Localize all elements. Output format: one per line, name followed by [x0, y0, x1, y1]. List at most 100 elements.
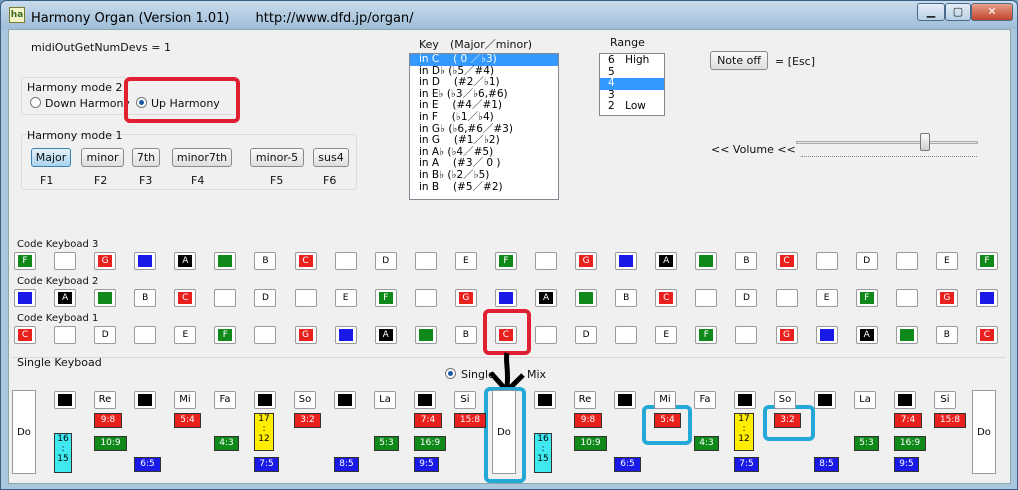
key-item[interactable]: in B (#5／#2) — [410, 181, 558, 194]
code-key[interactable]: C — [174, 289, 197, 307]
code-key[interactable]: F — [214, 326, 237, 344]
key-item[interactable]: in G (#1／♭2) — [410, 135, 558, 147]
code-key[interactable]: A — [855, 326, 878, 344]
code-key[interactable]: G — [94, 252, 117, 270]
code-key[interactable] — [695, 289, 718, 307]
code-key[interactable]: G — [935, 289, 958, 307]
code-key[interactable]: A — [535, 289, 558, 307]
white-key-fa[interactable]: Fa — [694, 391, 716, 409]
big-key-do[interactable]: Do — [12, 390, 36, 474]
code-key[interactable] — [895, 326, 918, 344]
code-key[interactable] — [214, 252, 237, 270]
code-key[interactable] — [414, 289, 437, 307]
code-key[interactable]: A — [54, 289, 77, 307]
mode-button-major[interactable]: Major — [31, 148, 71, 167]
key-item[interactable]: in B♭ (♭2／♭5) — [410, 169, 558, 182]
note-off-button[interactable]: Note off — [710, 51, 768, 70]
code-key[interactable]: G — [575, 252, 598, 270]
code-key[interactable]: B — [134, 289, 157, 307]
code-key[interactable]: E — [935, 252, 958, 270]
code-key[interactable]: G — [454, 289, 477, 307]
code-key[interactable] — [895, 252, 918, 270]
code-key[interactable] — [294, 289, 317, 307]
black-key[interactable] — [894, 391, 916, 409]
code-key[interactable]: A — [655, 252, 678, 270]
code-key[interactable]: D — [94, 326, 117, 344]
code-key[interactable]: C — [975, 326, 998, 344]
code-key[interactable]: B — [454, 326, 477, 344]
code-key[interactable] — [134, 252, 157, 270]
code-key[interactable] — [815, 326, 838, 344]
code-key[interactable]: D — [374, 252, 397, 270]
key-item[interactable]: in C ( 0 ／♭3) — [410, 54, 558, 66]
big-key-do[interactable]: Do — [492, 390, 516, 474]
code-key[interactable]: F — [494, 252, 517, 270]
code-key[interactable] — [975, 289, 998, 307]
range-item[interactable]: 2 Low — [600, 101, 664, 113]
code-key[interactable]: F — [14, 252, 36, 270]
down-harmony-radio[interactable] — [30, 97, 41, 108]
black-key[interactable] — [334, 391, 356, 409]
code-key[interactable]: G — [775, 326, 798, 344]
code-key[interactable] — [735, 326, 758, 344]
mode-button-minor[interactable]: minor — [81, 148, 124, 167]
mode-button-sus4[interactable]: sus4 — [313, 148, 349, 167]
code-key[interactable] — [775, 289, 798, 307]
code-key[interactable]: B — [254, 252, 277, 270]
code-key[interactable] — [54, 252, 77, 270]
key-listbox[interactable]: in C ( 0 ／♭3) in D♭ (♭5／#4) in D (#2／♭1) in… — [409, 53, 559, 200]
code-key[interactable]: C — [294, 252, 317, 270]
code-key[interactable] — [334, 326, 357, 344]
single-radio[interactable] — [445, 368, 456, 379]
white-key-si[interactable]: Si — [934, 391, 956, 409]
white-key-so[interactable]: So — [294, 391, 316, 409]
big-key-do[interactable]: Do — [972, 390, 996, 474]
code-key[interactable] — [575, 289, 598, 307]
white-key-mi[interactable]: Mi — [654, 391, 676, 409]
code-key[interactable] — [254, 326, 277, 344]
code-key[interactable]: C — [494, 326, 517, 344]
code-key[interactable]: A — [174, 252, 197, 270]
black-key[interactable] — [734, 391, 756, 409]
code-key[interactable]: B — [615, 289, 638, 307]
code-key[interactable]: E — [454, 252, 477, 270]
title-bar[interactable]: ha Harmony Organ (Version 1.01) http://w… — [1, 1, 1017, 29]
white-key-si[interactable]: Si — [454, 391, 476, 409]
code-key[interactable]: D — [575, 326, 598, 344]
black-key[interactable] — [614, 391, 636, 409]
code-key[interactable]: C — [655, 289, 678, 307]
range-item[interactable]: 6 High — [600, 54, 664, 67]
code-key[interactable]: E — [174, 326, 197, 344]
volume-slider-thumb[interactable] — [920, 133, 930, 151]
black-key[interactable] — [54, 391, 76, 409]
code-key[interactable]: D — [735, 289, 758, 307]
black-key[interactable] — [814, 391, 836, 409]
code-key[interactable] — [535, 326, 558, 344]
code-key[interactable]: B — [735, 252, 758, 270]
key-item[interactable]: in F (♭1／♭4) — [410, 111, 558, 124]
code-key[interactable] — [414, 252, 437, 270]
code-key[interactable]: C — [775, 252, 798, 270]
mode-button-7th[interactable]: 7th — [132, 148, 160, 167]
code-key[interactable]: B — [935, 326, 958, 344]
code-key[interactable] — [54, 326, 77, 344]
black-key[interactable] — [534, 391, 556, 409]
code-key[interactable]: F — [975, 252, 998, 270]
code-key[interactable] — [615, 252, 638, 270]
code-key[interactable]: E — [334, 289, 357, 307]
black-key[interactable] — [254, 391, 276, 409]
white-key-la[interactable]: La — [374, 391, 396, 409]
minimize-button[interactable]: ▁ — [917, 3, 945, 21]
code-key[interactable] — [535, 252, 558, 270]
code-key[interactable] — [214, 289, 237, 307]
code-key[interactable]: D — [254, 289, 277, 307]
code-key[interactable] — [494, 289, 517, 307]
code-key[interactable]: F — [374, 289, 397, 307]
code-key[interactable]: F — [855, 289, 878, 307]
code-key[interactable] — [695, 252, 718, 270]
white-key-la[interactable]: La — [854, 391, 876, 409]
code-key[interactable] — [94, 289, 117, 307]
range-listbox[interactable]: 6 High 5 4 3 2 Low — [599, 53, 665, 116]
code-key[interactable] — [134, 326, 157, 344]
black-key[interactable] — [134, 391, 156, 409]
